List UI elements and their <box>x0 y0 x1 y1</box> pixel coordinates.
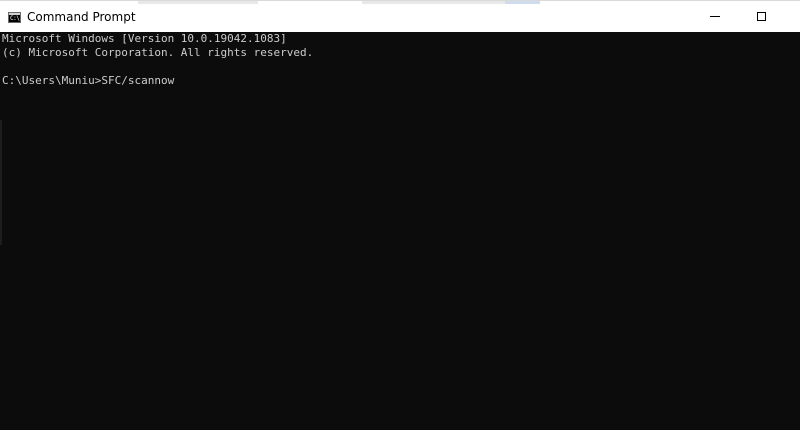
console-output[interactable]: Microsoft Windows [Version 10.0.19042.10… <box>0 32 800 430</box>
minimize-button[interactable] <box>692 1 738 32</box>
background-tab-strip <box>505 1 540 4</box>
background-tab-strip <box>138 1 258 4</box>
command-prompt-window: C:\ Command Prompt Microsoft Windows [Ve… <box>0 0 800 430</box>
console-line: Microsoft Windows [Version 10.0.19042.10… <box>2 32 287 45</box>
title-bar[interactable]: C:\ Command Prompt <box>0 0 800 32</box>
minimize-icon <box>710 16 720 17</box>
window-title: Command Prompt <box>27 10 136 24</box>
maximize-icon <box>756 12 766 21</box>
background-tab-strip <box>362 1 512 4</box>
command-input-line[interactable]: C:\Users\Muniu>SFC/scannow <box>2 74 800 88</box>
close-button[interactable] <box>783 1 800 32</box>
cmd-icon[interactable]: C:\ <box>8 12 21 23</box>
maximize-button[interactable] <box>738 1 784 32</box>
cmd-icon-glyph: C:\ <box>10 15 20 22</box>
window-left-edge <box>0 120 2 245</box>
console-line: (c) Microsoft Corporation. All rights re… <box>2 46 314 59</box>
